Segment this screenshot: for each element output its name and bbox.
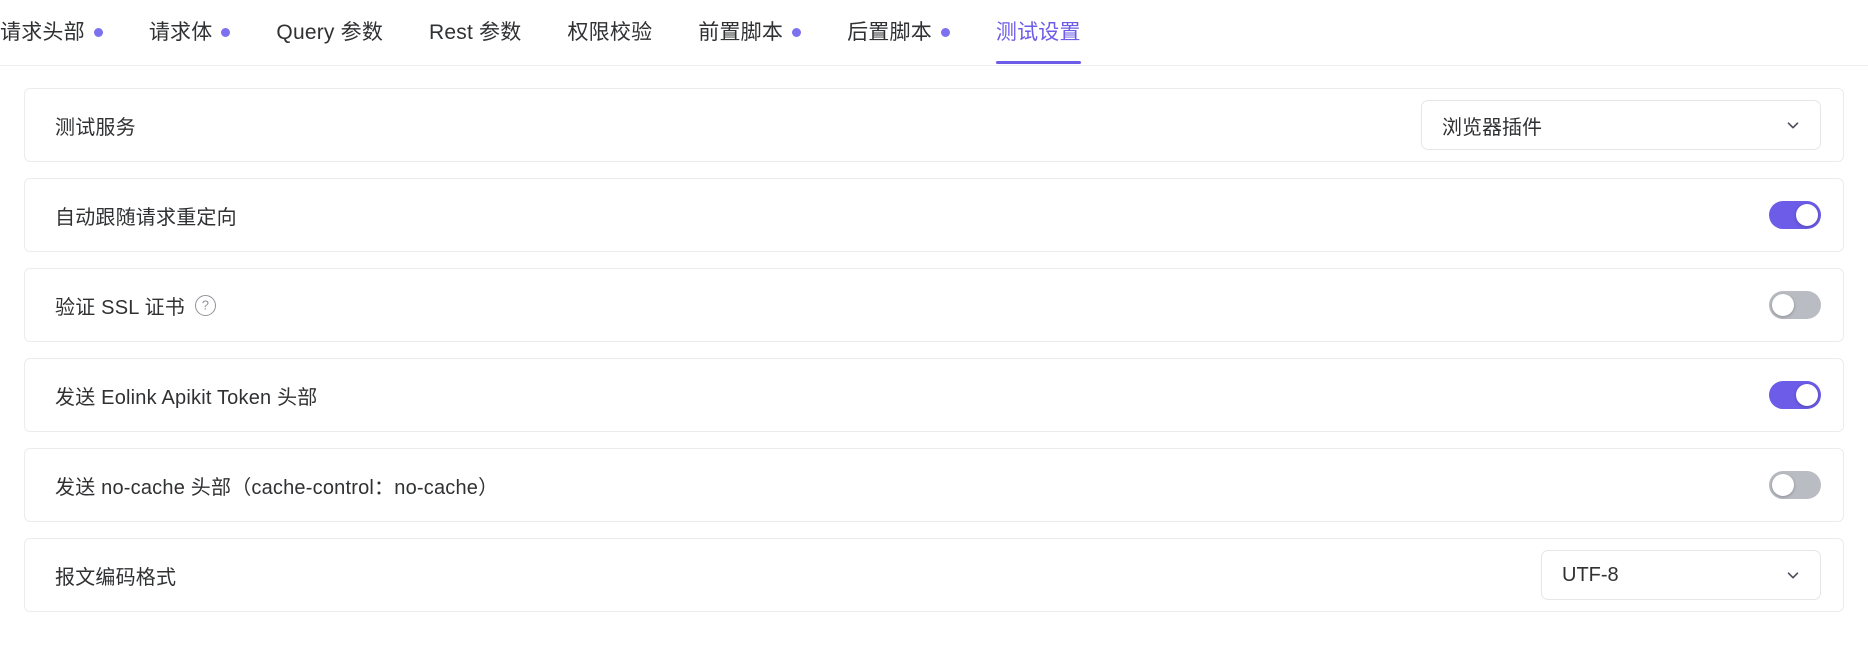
setting-label: 发送 Eolink Apikit Token 头部 <box>55 381 318 410</box>
tab-request-body[interactable]: 请求体 <box>149 0 231 64</box>
verify-ssl-certificate-toggle[interactable] <box>1769 291 1821 319</box>
tab-pre-script[interactable]: 前置脚本 <box>698 0 802 64</box>
test-settings-list: 测试服务 浏览器插件 自动跟随请求重定向 验证 SSL 证书 ? 发送 Eoli… <box>0 66 1868 612</box>
tab-active-underline <box>995 61 1081 64</box>
test-service-select[interactable]: 浏览器插件 <box>1421 100 1821 150</box>
setting-label-text: 自动跟随请求重定向 <box>55 206 237 229</box>
chevron-down-icon <box>1784 116 1802 134</box>
setting-label-text: 发送 no-cache 头部（cache-control：no-cache） <box>55 476 499 499</box>
setting-label: 发送 no-cache 头部（cache-control：no-cache） <box>55 471 498 500</box>
send-eolink-apikit-token-header-toggle[interactable] <box>1769 381 1821 409</box>
tab-modified-dot <box>93 27 103 37</box>
tab-label: Query 参数 <box>276 20 384 44</box>
tab-label: 请求头部 <box>0 20 85 44</box>
setting-row-verify-ssl: 验证 SSL 证书 ? <box>24 268 1844 342</box>
toggle-knob <box>1796 384 1818 406</box>
setting-row-message-encoding: 报文编码格式 UTF-8 <box>24 538 1844 612</box>
tab-request-headers[interactable]: 请求头部 <box>0 0 103 64</box>
setting-label: 报文编码格式 <box>55 561 176 590</box>
setting-label: 验证 SSL 证书 ? <box>55 291 216 320</box>
tab-query-params[interactable]: Query 参数 <box>276 0 383 64</box>
tab-label: 请求体 <box>148 20 213 44</box>
setting-label-text: 测试服务 <box>55 116 136 139</box>
message-encoding-format-select[interactable]: UTF-8 <box>1541 550 1821 600</box>
tab-label: Rest 参数 <box>429 20 522 44</box>
setting-label: 测试服务 <box>55 111 136 140</box>
toggle-knob <box>1796 204 1818 226</box>
tab-test-settings[interactable]: 测试设置 <box>995 0 1081 64</box>
setting-row-auto-follow-redirect: 自动跟随请求重定向 <box>24 178 1844 252</box>
setting-label-text: 验证 SSL 证书 <box>55 296 185 319</box>
toggle-knob <box>1772 294 1794 316</box>
question-mark-glyph: ? <box>201 297 210 312</box>
setting-row-test-service: 测试服务 浏览器插件 <box>24 88 1844 162</box>
setting-row-send-no-cache: 发送 no-cache 头部（cache-control：no-cache） <box>24 448 1844 522</box>
tab-label: 测试设置 <box>995 20 1081 44</box>
question-circle-icon[interactable]: ? <box>194 294 216 316</box>
tab-modified-dot <box>221 27 231 37</box>
tab-label: 权限校验 <box>567 20 653 44</box>
auto-follow-redirect-toggle[interactable] <box>1769 201 1821 229</box>
tab-post-script[interactable]: 后置脚本 <box>847 0 950 64</box>
test-service-select-value: 浏览器插件 <box>1442 116 1542 139</box>
toggle-knob <box>1772 474 1794 496</box>
tab-label: 前置脚本 <box>698 20 784 44</box>
tab-modified-dot <box>940 27 950 37</box>
send-no-cache-header-toggle[interactable] <box>1769 471 1821 499</box>
tab-modified-dot <box>792 27 802 37</box>
chevron-down-icon <box>1784 566 1802 584</box>
setting-row-send-eolink-token: 发送 Eolink Apikit Token 头部 <box>24 358 1844 432</box>
tab-label: 后置脚本 <box>847 20 932 44</box>
tab-rest-params[interactable]: Rest 参数 <box>429 0 521 64</box>
setting-label-text: 发送 Eolink Apikit Token 头部 <box>55 386 318 409</box>
setting-label-text: 报文编码格式 <box>55 566 177 589</box>
setting-label: 自动跟随请求重定向 <box>55 201 237 230</box>
tab-bar: 请求头部 请求体 Query 参数 Rest 参数 权限校验 前置脚本 后置脚本… <box>0 0 1868 66</box>
tab-auth-verification[interactable]: 权限校验 <box>567 0 652 64</box>
message-encoding-format-select-value: UTF-8 <box>1562 563 1619 586</box>
